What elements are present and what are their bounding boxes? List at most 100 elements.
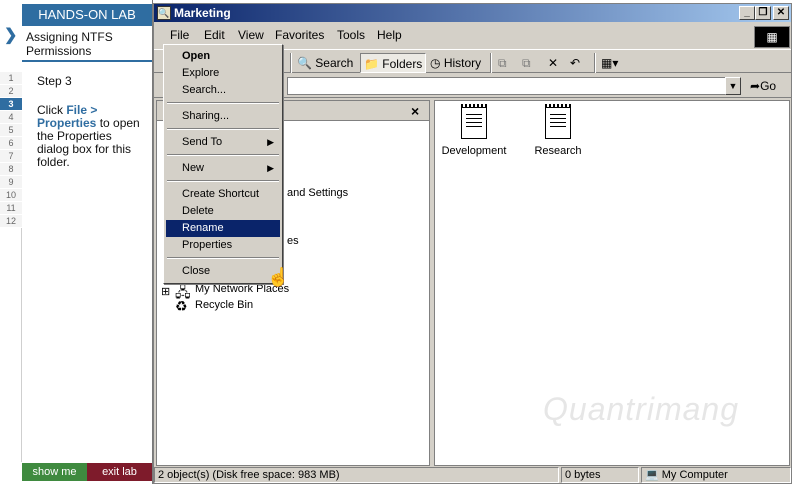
menu-item-send-to[interactable]: Send To ▶ (166, 134, 280, 151)
restore-button[interactable]: ❐ (755, 6, 771, 20)
expand-icon[interactable]: ⊞ (161, 285, 170, 298)
lab-panel: HANDS-ON LAB ❯ Assigning NTFS Permission… (0, 0, 153, 484)
lab-title: Assigning NTFS Permissions (26, 30, 113, 58)
go-button[interactable]: ➦Go (750, 77, 790, 95)
folders-button[interactable]: 📁 Folders (360, 53, 427, 73)
menu-item-open[interactable]: Open (166, 48, 280, 65)
step-number[interactable]: 8 (0, 163, 22, 176)
step-number[interactable]: 10 (0, 189, 22, 202)
menu-item-delete[interactable]: Delete (166, 203, 280, 220)
menu-item-explore[interactable]: Explore (166, 65, 280, 82)
folders-icon: 📁 (364, 57, 379, 71)
menu-item-rename[interactable]: Rename (166, 220, 280, 237)
search-icon: 🔍 (297, 56, 312, 70)
watermark: Quantrimang (543, 391, 739, 427)
menu-item-new[interactable]: New ▶ (166, 160, 280, 177)
status-size: 0 bytes (561, 467, 639, 483)
copy-to-icon[interactable]: ⧉ (522, 53, 531, 73)
step-number[interactable]: 11 (0, 202, 22, 215)
go-arrow-icon: ➦ (750, 79, 761, 93)
menu-separator (167, 128, 279, 130)
chevron-down-icon[interactable]: ▼ (725, 77, 741, 95)
history-button[interactable]: ◷ History (430, 53, 481, 73)
exit-lab-button[interactable]: exit lab (87, 463, 152, 481)
window-title: Marketing (174, 6, 231, 20)
folder-label: Research (534, 145, 582, 157)
menu-help[interactable]: Help (377, 28, 402, 42)
folder-item-development[interactable]: Development (429, 104, 519, 157)
undo-icon[interactable]: ↶ (570, 53, 580, 73)
step-label: Step 3 (37, 74, 72, 88)
menu-favorites[interactable]: Favorites (275, 28, 324, 42)
minimize-button[interactable]: _ (739, 6, 755, 20)
close-icon[interactable]: × (411, 103, 419, 119)
menu-separator (167, 180, 279, 182)
lab-title-box: Assigning NTFS Permissions (22, 26, 152, 62)
step-number[interactable]: 5 (0, 124, 22, 137)
folder-label: Development (441, 145, 507, 157)
menu-separator (167, 154, 279, 156)
toolbar-separator (290, 53, 292, 73)
title-bar[interactable]: 🔍 Marketing _ ❐ ✕ (154, 4, 791, 22)
menu-item-properties[interactable]: Properties (166, 237, 280, 254)
search-button[interactable]: 🔍 Search (297, 53, 353, 73)
menu-item-close[interactable]: Close (166, 263, 280, 280)
contents-pane: Development Research Quantrimang (434, 100, 790, 466)
status-location-label: My Computer (661, 469, 728, 481)
step-number-list: 1 2 3 4 5 6 7 8 9 10 11 12 (0, 72, 22, 228)
views-icon[interactable]: ▦▾ (601, 53, 618, 73)
tree-item-recycle-bin[interactable]: Recycle Bin (195, 299, 253, 311)
recycle-bin-icon: ♻ (175, 298, 188, 314)
step-number[interactable]: 6 (0, 137, 22, 150)
lab-header: HANDS-ON LAB (22, 4, 152, 26)
tree-item-documents-settings[interactable]: and Settings (287, 187, 348, 199)
computer-icon: 💻 (645, 469, 659, 481)
document-icon (545, 104, 571, 139)
menu-item-label: Send To (182, 136, 223, 148)
menu-separator (167, 102, 279, 104)
windows-logo-icon: ▦ (754, 26, 790, 48)
step-instruction: Click File > Properties to open the Prop… (37, 104, 147, 169)
menu-separator (167, 257, 279, 259)
instruction-pre: Click (37, 103, 67, 117)
toolbar-separator (594, 53, 596, 73)
status-objects: 2 object(s) (Disk free space: 983 MB) (154, 467, 559, 483)
status-bar: 2 object(s) (Disk free space: 983 MB) 0 … (154, 466, 791, 484)
status-location: 💻 My Computer (641, 467, 791, 483)
step-number[interactable]: 4 (0, 111, 22, 124)
folder-item-research[interactable]: Research (513, 104, 603, 157)
step-number[interactable]: 12 (0, 215, 22, 228)
step-number-active[interactable]: 3 (0, 98, 22, 111)
menu-bar: File Edit View Favorites Tools Help (154, 24, 791, 46)
hand-cursor-icon: ☝ (267, 267, 290, 287)
close-button[interactable]: ✕ (773, 6, 789, 20)
file-menu-dropdown: Open Explore Search... Sharing... Send T… (163, 44, 283, 284)
history-icon: ◷ (430, 56, 441, 70)
move-to-icon[interactable]: ⧉ (498, 53, 507, 73)
folder-search-icon: 🔍 (157, 6, 171, 20)
menu-item-create-shortcut[interactable]: Create Shortcut (166, 186, 280, 203)
menu-edit[interactable]: Edit (204, 28, 225, 42)
tree-item-partial[interactable]: es (287, 235, 299, 247)
step-number[interactable]: 1 (0, 72, 22, 85)
menu-item-sharing[interactable]: Sharing... (166, 108, 280, 125)
submenu-arrow-icon: ▶ (267, 163, 274, 173)
menu-view[interactable]: View (238, 28, 264, 42)
menu-file[interactable]: File (170, 28, 189, 42)
menu-item-label: New (182, 162, 205, 174)
step-number[interactable]: 9 (0, 176, 22, 189)
delete-icon[interactable]: ✕ (548, 53, 558, 73)
submenu-arrow-icon: ▶ (267, 137, 274, 147)
chevron-right-icon: ❯ (4, 27, 18, 44)
show-me-button[interactable]: show me (22, 463, 87, 481)
search-label: Search (315, 56, 354, 70)
menu-tools[interactable]: Tools (337, 28, 365, 42)
menu-item-search[interactable]: Search... (166, 82, 280, 99)
step-number[interactable]: 2 (0, 85, 22, 98)
step-number[interactable]: 7 (0, 150, 22, 163)
address-input[interactable] (287, 77, 727, 95)
go-label: Go (760, 79, 777, 93)
toolbar-separator (490, 53, 492, 73)
document-icon (461, 104, 487, 139)
folders-label: Folders (382, 57, 423, 71)
